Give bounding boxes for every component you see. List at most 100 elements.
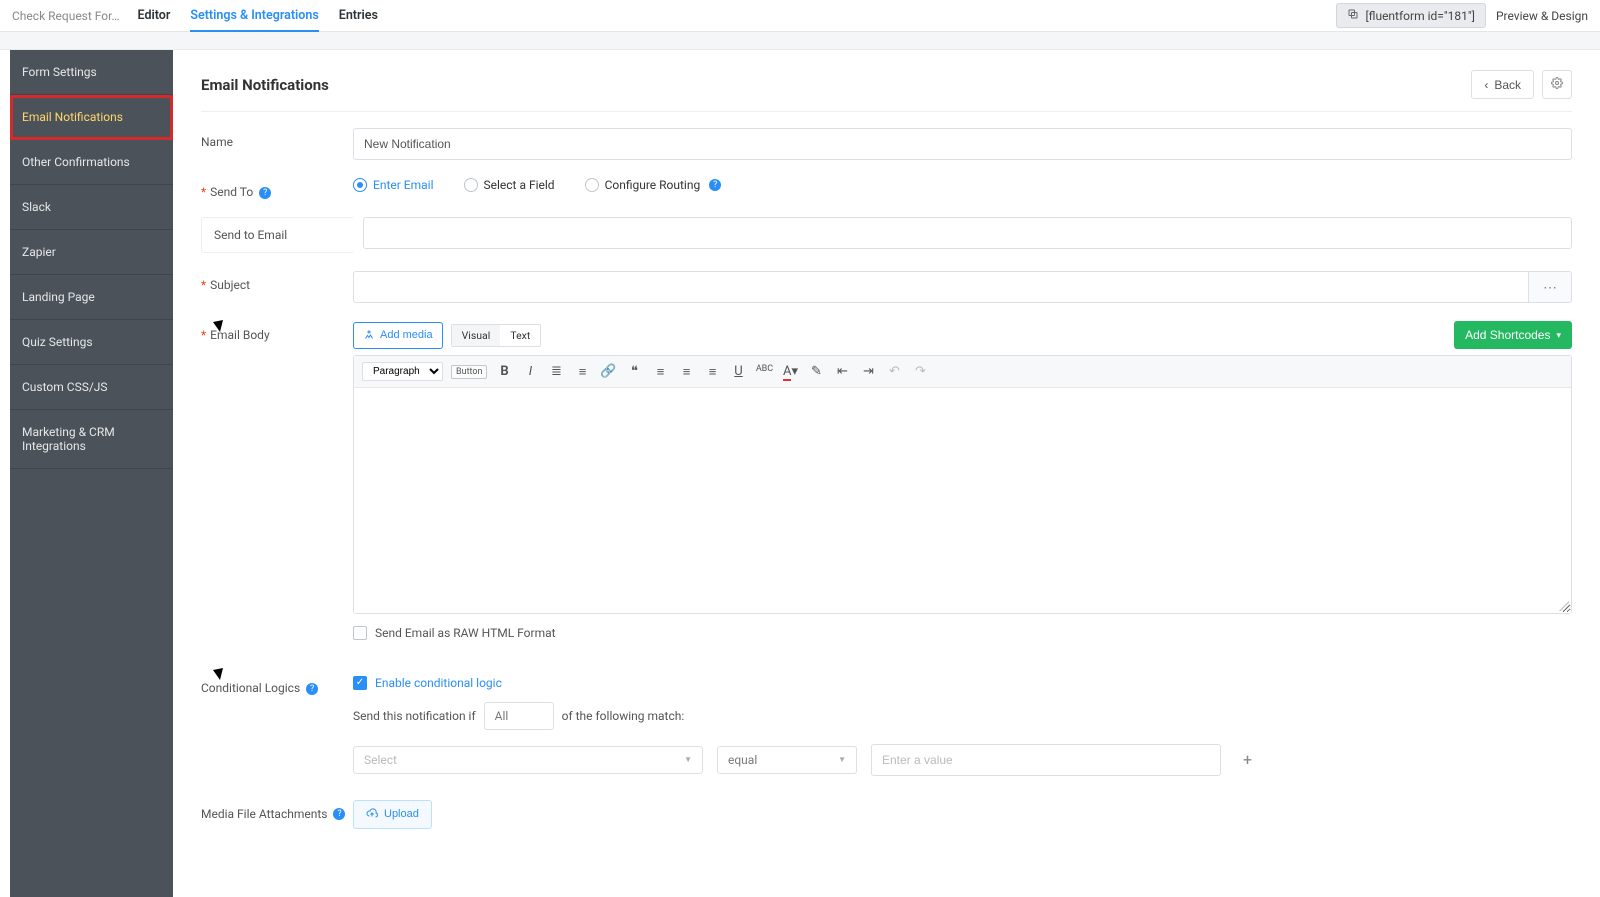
text-color-icon[interactable]: A▾ [781,364,799,380]
radio-routing-label: Configure Routing [605,178,701,192]
label-send-to: *Send To ? [201,178,353,199]
indent-icon[interactable]: ⇥ [859,364,877,380]
tab-settings[interactable]: Settings & Integrations [190,0,318,32]
sidebar-item-form-settings[interactable]: Form Settings [10,50,173,95]
tab-entries[interactable]: Entries [339,0,378,32]
radio-dot-icon [353,178,367,192]
cond-value-input[interactable] [871,744,1221,776]
align-left-icon[interactable]: ≡ [651,364,669,380]
editor-mode-tabs: Visual Text [451,324,542,347]
name-input[interactable] [353,128,1572,160]
enable-conditional-checkbox[interactable]: ✓ Enable conditional logic [353,676,502,690]
label-conditional: Conditional Logics ? [201,674,353,695]
sidebar-item-other-confirmations[interactable]: Other Confirmations [10,140,173,185]
cond-prefix-text: Send this notification if [353,709,476,723]
top-tabs-bar: Check Request For… Editor Settings & Int… [0,0,1600,32]
tab-editor[interactable]: Editor [138,0,171,32]
label-send-to-email: Send to Email [201,217,353,253]
label-send-to-text: Send To [210,185,253,199]
settings-gear-button[interactable] [1542,70,1572,99]
bullet-list-icon[interactable]: ≣ [547,364,565,380]
radio-enter-email-label: Enter Email [373,178,434,192]
label-subject-text: Subject [210,278,250,292]
rte-body[interactable] [354,388,1571,613]
info-icon[interactable]: ? [259,187,271,199]
italic-icon[interactable]: I [521,364,539,380]
clear-format-icon[interactable]: ✎ [807,364,825,380]
gear-icon [1551,77,1563,92]
undo-icon[interactable]: ↶ [885,364,903,380]
label-name: Name [201,128,353,149]
chevron-left-icon: ‹ [1484,78,1488,92]
link-icon[interactable]: 🔗 [599,364,617,380]
quote-icon[interactable]: ❝ [625,364,643,380]
cond-all-select[interactable]: All [484,702,554,730]
sidebar-item-marketing-crm[interactable]: Marketing & CRM Integrations [10,410,173,469]
back-button[interactable]: ‹ Back [1471,70,1534,99]
chevron-down-icon: ▾ [1556,330,1561,341]
raw-html-checkbox[interactable]: Send Email as RAW HTML Format [353,626,556,640]
upload-button[interactable]: Upload [353,800,432,829]
tab-text[interactable]: Text [500,325,540,346]
content-panel: Email Notifications ‹ Back Name [173,50,1600,897]
raw-html-label: Send Email as RAW HTML Format [375,626,556,640]
chevron-down-icon: ▼ [838,755,846,764]
shortcode-box[interactable]: [fluentform id="181"] [1336,3,1485,28]
dots-icon: ⋯ [1543,279,1557,295]
radio-configure-routing[interactable]: Configure Routing ? [585,178,722,192]
radio-select-field[interactable]: Select a Field [464,178,555,192]
label-email-body: *Email Body [201,321,353,342]
page-title: Email Notifications [201,76,1471,94]
checkbox-icon [353,626,367,640]
label-media-attach-text: Media File Attachments [201,807,327,821]
shortcode-text: [fluentform id="181"] [1365,9,1474,23]
radio-enter-email[interactable]: Enter Email [353,178,434,192]
subject-shortcode-button[interactable]: ⋯ [1529,271,1572,303]
outdent-icon[interactable]: ⇤ [833,364,851,380]
subject-input[interactable] [353,271,1529,303]
sidebar-item-zapier[interactable]: Zapier [10,230,173,275]
radio-dot-icon [464,178,478,192]
sidebar-item-quiz-settings[interactable]: Quiz Settings [10,320,173,365]
sidebar-item-email-notifications[interactable]: Email Notifications [10,95,173,140]
info-icon[interactable]: ? [333,808,345,820]
cond-all-text: All [495,709,509,723]
add-shortcodes-button[interactable]: Add Shortcodes ▾ [1454,321,1572,349]
strikethrough-icon[interactable]: ABC [755,364,773,380]
add-shortcodes-label: Add Shortcodes [1465,328,1550,342]
chevron-down-icon: ▼ [684,755,692,764]
sidebar-item-custom-css-js[interactable]: Custom CSS/JS [10,365,173,410]
cond-operator-select[interactable]: equal ▼ [717,746,857,774]
underline-icon[interactable]: U [729,364,747,380]
add-media-label: Add media [380,329,433,341]
radio-select-field-label: Select a Field [484,178,555,192]
form-name: Check Request For… [12,9,120,23]
label-conditional-text: Conditional Logics [201,681,300,695]
redo-icon[interactable]: ↷ [911,364,929,380]
numbered-list-icon[interactable]: ≡ [573,364,591,380]
align-center-icon[interactable]: ≡ [677,364,695,380]
rich-text-editor: Paragraph Button B I ≣ ≡ 🔗 ❝ ≡ ≡ ≡ [353,355,1572,614]
radio-dot-icon [585,178,599,192]
resize-handle-icon[interactable] [1559,601,1569,611]
plus-icon: + [1243,750,1252,769]
under-band [0,32,1600,50]
info-icon[interactable]: ? [306,683,318,695]
tab-visual[interactable]: Visual [452,325,501,346]
add-media-button[interactable]: Add media [353,322,443,349]
preview-design-link[interactable]: Preview & Design [1496,9,1588,23]
cond-suffix-text: of the following match: [562,709,685,723]
info-icon[interactable]: ? [709,179,721,191]
sidebar-item-landing-page[interactable]: Landing Page [10,275,173,320]
align-right-icon[interactable]: ≡ [703,364,721,380]
cond-field-select[interactable]: Select ▼ [353,746,703,774]
rte-format-select[interactable]: Paragraph [362,362,443,381]
rte-toolbar: Paragraph Button B I ≣ ≡ 🔗 ❝ ≡ ≡ ≡ [354,356,1571,388]
sidebar-item-slack[interactable]: Slack [10,185,173,230]
add-condition-button[interactable]: + [1235,746,1260,773]
bold-icon[interactable]: B [495,364,513,380]
rte-insert-button[interactable]: Button [451,365,487,379]
send-to-email-input[interactable] [363,217,1572,249]
label-email-body-text: Email Body [210,328,269,342]
settings-sidebar: Form Settings Email Notifications Other … [10,50,173,897]
